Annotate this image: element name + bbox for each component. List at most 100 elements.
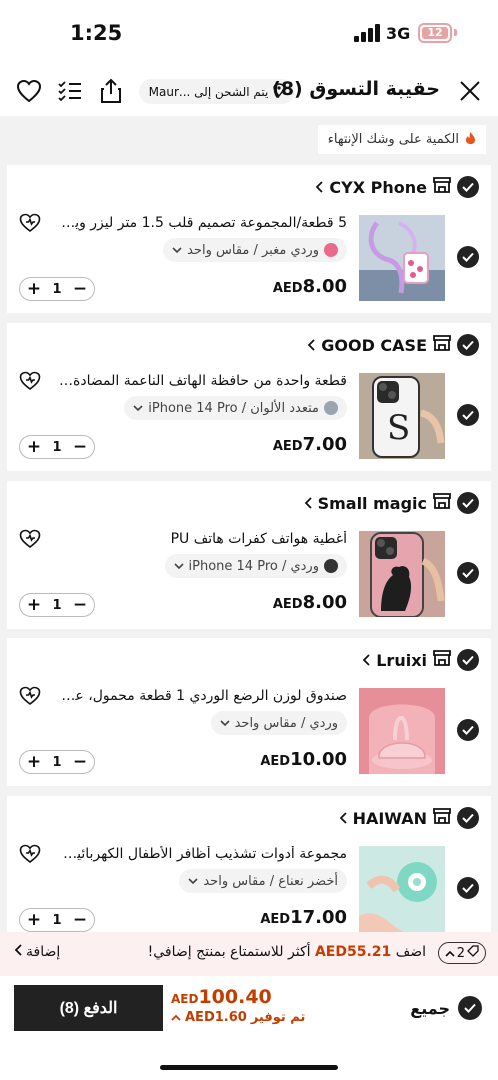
item-checkbox[interactable] xyxy=(457,877,479,899)
promo-prefix: اضف xyxy=(395,944,426,960)
item-checkbox[interactable] xyxy=(457,246,479,268)
product-image[interactable] xyxy=(359,846,445,932)
quantity-value[interactable]: 1 xyxy=(52,440,61,455)
quantity-stepper[interactable]: + 1 − xyxy=(19,435,95,459)
product-title[interactable]: 5 قطعة/المجموعة تصميم قلب 1.5 متر ليزر و… xyxy=(57,215,347,231)
product-image[interactable]: S xyxy=(359,373,445,459)
store-header[interactable]: Lruixi xyxy=(362,648,479,672)
color-swatch xyxy=(324,243,338,257)
item-checkbox[interactable] xyxy=(457,404,479,426)
home-indicator xyxy=(160,1065,338,1070)
product-title[interactable]: مجموعة أدوات تشذيب أظافر الأطفال الكهربا… xyxy=(57,846,347,862)
item-checkbox[interactable] xyxy=(457,562,479,584)
header: يتم الشحن إلى ...Maur حقيبة التسوق (8) xyxy=(0,66,498,116)
decrement-button[interactable]: − xyxy=(71,596,89,614)
chevron-down-icon xyxy=(173,559,184,574)
increment-button[interactable]: + xyxy=(25,911,43,929)
increment-button[interactable]: + xyxy=(25,596,43,614)
promo-count: 2 xyxy=(456,945,465,961)
quantity-value[interactable]: 1 xyxy=(52,913,61,928)
price-currency: AED xyxy=(260,754,291,769)
savings-summary[interactable]: تم توفير AED1.60 xyxy=(171,1010,305,1025)
network-type: 3G xyxy=(386,24,411,43)
variant-selector[interactable]: وردي مغبر / مقاس واحد xyxy=(163,238,347,262)
quantity-stepper[interactable]: + 1 − xyxy=(19,277,95,301)
variant-selector[interactable]: وردي / iPhone 14 Pro xyxy=(164,554,347,578)
cart-store-card: Lruixi صندوق لوزن الرضع الوردي 1 قطعة مح… xyxy=(7,638,491,786)
increment-button[interactable]: + xyxy=(25,438,43,456)
store-header[interactable]: HAIWAN xyxy=(339,806,479,830)
checkout-button[interactable]: الدفع (8) xyxy=(14,985,163,1031)
wishlist-heart-icon[interactable] xyxy=(19,844,41,866)
status-bar: 1:25 3G 12 xyxy=(0,0,498,66)
increment-button[interactable]: + xyxy=(25,753,43,771)
variant-selector[interactable]: وردي / مقاس واحد xyxy=(210,711,347,735)
promo-count-badge[interactable]: 2 xyxy=(437,942,486,964)
decrement-button[interactable]: − xyxy=(71,438,89,456)
store-checkbox[interactable] xyxy=(457,649,479,671)
page-title: حقيبة التسوق (8) xyxy=(272,78,440,100)
wishlist-heart-icon[interactable] xyxy=(19,686,41,708)
item-price: AED8.00 xyxy=(273,276,347,297)
product-image[interactable] xyxy=(359,688,445,774)
share-icon[interactable] xyxy=(96,76,126,106)
store-checkbox[interactable] xyxy=(457,807,479,829)
variant-selector[interactable]: أخضر نعناع / مقاس واحد xyxy=(179,869,347,893)
color-swatch xyxy=(324,401,338,415)
select-all-label: جميع xyxy=(410,998,450,1018)
variant-selector[interactable]: متعدد الألوان / iPhone 14 Pro xyxy=(124,396,347,420)
product-title[interactable]: قطعة واحدة من حافظة الهاتف الناعمة المضا… xyxy=(57,373,347,389)
variant-text: وردي / مقاس واحد xyxy=(234,715,338,731)
quantity-value[interactable]: 1 xyxy=(52,755,61,770)
store-checkbox[interactable] xyxy=(457,176,479,198)
store-name: GOOD CASE xyxy=(321,335,427,355)
chevron-up-icon xyxy=(445,946,455,961)
store-checkbox[interactable] xyxy=(457,334,479,356)
item-price: AED17.00 xyxy=(260,907,347,928)
chevron-left-icon xyxy=(315,178,324,197)
select-all-checkbox[interactable] xyxy=(458,996,482,1020)
promo-add-link[interactable]: إضافة xyxy=(14,944,60,960)
saving-amount: AED1.60 xyxy=(185,1010,247,1025)
total-currency: AED xyxy=(171,992,199,1006)
price-amount: 7.00 xyxy=(302,434,347,455)
chevron-up-icon xyxy=(171,1010,181,1025)
cart-store-card: CYX Phone 5 قطعة/المجموعة تصميم قلب 1.5 … xyxy=(7,165,491,313)
close-icon[interactable] xyxy=(455,76,485,106)
item-checkbox[interactable] xyxy=(457,719,479,741)
store-icon xyxy=(433,650,451,670)
select-all[interactable]: جميع xyxy=(410,996,482,1020)
price-currency: AED xyxy=(272,439,303,454)
chevron-down-icon xyxy=(172,243,182,258)
color-swatch xyxy=(324,559,338,573)
quantity-stepper[interactable]: + 1 − xyxy=(19,908,95,932)
wishlist-heart-icon[interactable] xyxy=(19,213,41,235)
store-checkbox[interactable] xyxy=(457,492,479,514)
quantity-value[interactable]: 1 xyxy=(52,282,61,297)
product-title[interactable]: أغطية هواتف كفرات هاتف PU xyxy=(57,531,347,547)
increment-button[interactable]: + xyxy=(25,280,43,298)
store-header[interactable]: CYX Phone xyxy=(315,175,479,199)
store-icon xyxy=(433,808,451,828)
cart-store-card: HAIWAN مجموعة أدوات تشذيب أظافر الأطفال … xyxy=(7,796,491,932)
heart-icon[interactable] xyxy=(14,76,44,106)
quantity-value[interactable]: 1 xyxy=(52,598,61,613)
price-currency: AED xyxy=(272,281,303,296)
product-image[interactable] xyxy=(359,215,445,301)
decrement-button[interactable]: − xyxy=(71,753,89,771)
decrement-button[interactable]: − xyxy=(71,280,89,298)
store-header[interactable]: Small magic xyxy=(304,491,479,515)
quantity-stepper[interactable]: + 1 − xyxy=(19,750,95,774)
wishlist-heart-icon[interactable] xyxy=(19,529,41,551)
promo-banner[interactable]: إضافة اضف AED55.21 أكثر للاستمتاع بمنتج … xyxy=(0,932,498,976)
store-icon xyxy=(433,493,451,513)
product-image[interactable] xyxy=(359,531,445,617)
product-title[interactable]: صندوق لوزن الرضع الوردي 1 قطعة محمول، عل… xyxy=(57,688,347,704)
quantity-stepper[interactable]: + 1 − xyxy=(19,593,95,617)
store-icon xyxy=(433,177,451,197)
checklist-icon[interactable] xyxy=(55,76,85,106)
wishlist-heart-icon[interactable] xyxy=(19,371,41,393)
decrement-button[interactable]: − xyxy=(71,911,89,929)
store-header[interactable]: GOOD CASE xyxy=(307,333,479,357)
cart-store-card: Small magic أغطية هواتف كفرات هاتف PU ور… xyxy=(7,481,491,629)
